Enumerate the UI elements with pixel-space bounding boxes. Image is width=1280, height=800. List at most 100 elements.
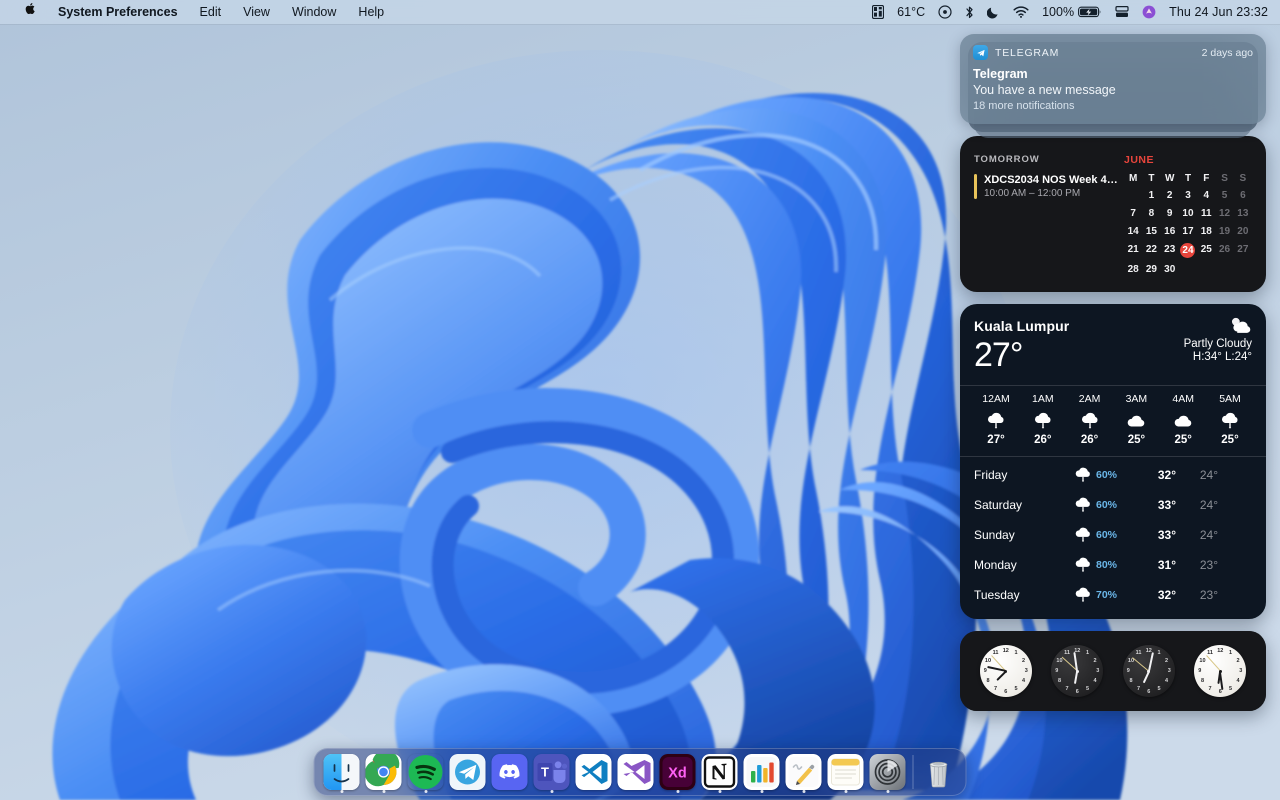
dock-item-microsoft-teams[interactable]: T <box>531 748 573 796</box>
calendar-day-13[interactable]: 13 <box>1234 207 1252 220</box>
spotify-icon <box>408 754 444 790</box>
calendar-widget[interactable]: TOMORROW XDCS2034 NOS Week 4 Tu... 10:00… <box>960 136 1266 292</box>
wifi-icon[interactable] <box>1013 6 1029 18</box>
menu-item-window[interactable]: Window <box>281 0 347 24</box>
dock-item-google-chrome[interactable] <box>363 748 405 796</box>
weather-hourly-forecast[interactable]: 12AM 27° 1AM 26° 2AM 26° 3AM 25° 4AM 25°… <box>960 385 1266 456</box>
clock-numeral: 4 <box>1164 678 1169 685</box>
notification-stack[interactable]: TELEGRAM 2 days ago Telegram You have a … <box>960 34 1266 138</box>
calendar-day-18[interactable]: 18 <box>1197 225 1215 238</box>
dock-running-indicator <box>844 790 847 793</box>
calendar-day-12[interactable]: 12 <box>1215 207 1233 220</box>
clock-numeral: 9 <box>1198 668 1202 674</box>
dock-item-adobe-xd[interactable]: Xd <box>657 748 699 796</box>
world-clock-row: 1 2 3 4 5 6 7 8 9 10 11 12 1 2 3 4 5 6 7 8 9 10 11 12 12345678… <box>960 631 1266 711</box>
calendar-day-9[interactable]: 9 <box>1161 207 1179 220</box>
dock-item-freeform[interactable] <box>783 748 825 796</box>
menu-item-help[interactable]: Help <box>347 0 395 24</box>
weather-day-row: Sunday 60% 33° 24° <box>974 520 1252 550</box>
dock-item-settings[interactable] <box>867 748 909 796</box>
clock-numeral: 2 <box>1164 657 1169 664</box>
calendar-day-14[interactable]: 14 <box>1124 225 1142 238</box>
calendar-day-20[interactable]: 20 <box>1234 225 1252 238</box>
dock-item-telegram[interactable] <box>447 748 489 796</box>
menu-bar-clock[interactable]: Thu 24 Jun 23:32 <box>1169 5 1268 19</box>
weather-widget[interactable]: Kuala Lumpur 27° Partly Cloudy H:34° L:2… <box>960 304 1266 619</box>
calendar-day-25[interactable]: 25 <box>1197 243 1215 258</box>
calendar-day-19[interactable]: 19 <box>1215 225 1233 238</box>
dock-item-finder[interactable] <box>321 748 363 796</box>
cpu-temperature-label[interactable]: 61°C <box>897 5 925 19</box>
dock-item-discord[interactable] <box>489 748 531 796</box>
menu-item-system-preferences[interactable]: System Preferences <box>47 0 189 24</box>
dock-item-visual-studio[interactable] <box>615 748 657 796</box>
calendar-day-17[interactable]: 17 <box>1179 225 1197 238</box>
notification-more-count[interactable]: 18 more notifications <box>973 100 1253 112</box>
calendar-day-7[interactable]: 7 <box>1124 207 1142 220</box>
dock-item-spotify[interactable] <box>405 748 447 796</box>
calendar-day-16[interactable]: 16 <box>1161 225 1179 238</box>
battery-percent-label[interactable]: 100% <box>1042 5 1074 19</box>
stats-grid-icon[interactable] <box>872 5 885 19</box>
menu-item-view[interactable]: View <box>232 0 281 24</box>
calendar-date-grid[interactable]: MTWTFSS 1 2 3 4 5 6 7 8 9 10 11 12 13 14 15 16 17 18 19 20 2… <box>1124 173 1252 276</box>
displays-icon[interactable] <box>1115 5 1129 19</box>
calendar-day-11[interactable]: 11 <box>1197 207 1215 220</box>
weather-day-name: Sunday <box>974 528 1015 542</box>
calendar-day-1[interactable]: 1 <box>1142 189 1160 202</box>
rain-cloud-icon <box>1068 408 1112 432</box>
calendar-day-26[interactable]: 26 <box>1215 243 1233 258</box>
dock-item-numbers[interactable] <box>741 748 783 796</box>
weather-current-section: Kuala Lumpur 27° Partly Cloudy H:34° L:2… <box>960 304 1266 385</box>
weather-day-precip: 60% <box>1096 499 1118 511</box>
clock-numeral: 1 <box>1085 650 1090 657</box>
clock-numeral: 3 <box>1239 668 1243 674</box>
calendar-day-3[interactable]: 3 <box>1179 189 1197 202</box>
weather-hour-temp: 25° <box>1127 434 1146 446</box>
calendar-day-2[interactable]: 2 <box>1161 189 1179 202</box>
menu-item-edit[interactable]: Edit <box>189 0 233 24</box>
battery-charging-icon[interactable] <box>1078 6 1102 18</box>
calendar-day-15[interactable]: 15 <box>1142 225 1160 238</box>
calendar-day-8[interactable]: 8 <box>1142 207 1160 220</box>
rain-cloud-icon <box>1075 558 1090 573</box>
bluetooth-icon[interactable] <box>965 5 974 20</box>
world-clock-widget[interactable]: 1 2 3 4 5 6 7 8 9 10 11 12 1 2 3 4 5 6 7 8 9 10 11 12 12345678… <box>960 631 1266 711</box>
calendar-day-6[interactable]: 6 <box>1234 189 1252 202</box>
calendar-day-23[interactable]: 23 <box>1161 243 1179 258</box>
notification-banner[interactable]: TELEGRAM 2 days ago Telegram You have a … <box>960 34 1266 124</box>
screen-record-icon[interactable] <box>938 5 952 19</box>
dock-item-vs-code[interactable] <box>573 748 615 796</box>
clock-numeral: 9 <box>983 668 987 674</box>
calendar-day-30[interactable]: 30 <box>1161 263 1179 276</box>
calendar-event[interactable]: XDCS2034 NOS Week 4 Tu... 10:00 AM – 12:… <box>974 174 1120 199</box>
calendar-day-5[interactable]: 5 <box>1215 189 1233 202</box>
vs-code-icon <box>575 754 612 790</box>
purple-app-icon[interactable] <box>1142 5 1156 19</box>
dock-item-notion[interactable] <box>699 748 741 796</box>
apple-logo-icon <box>25 3 35 15</box>
calendar-day-27[interactable]: 27 <box>1234 243 1252 258</box>
calendar-day-21[interactable]: 21 <box>1124 243 1142 258</box>
clock-numeral: 12 <box>1002 647 1009 654</box>
rain-cloud-icon <box>974 408 1018 432</box>
dock-item-trash[interactable] <box>918 748 960 796</box>
weather-hour-label: 2AM <box>1078 393 1101 405</box>
dock-app-list: T Xd <box>321 748 909 796</box>
weather-city: Kuala Lumpur <box>974 318 1070 334</box>
calendar-day-22[interactable]: 22 <box>1142 243 1160 258</box>
weather-hour-label: 3AM <box>1125 393 1148 405</box>
calendar-dow-2: W <box>1164 173 1175 184</box>
calendar-day-10[interactable]: 10 <box>1179 207 1197 220</box>
calendar-day-4[interactable]: 4 <box>1197 189 1215 202</box>
weather-daily-forecast[interactable]: Friday 60% 32° 24° Saturday 60% 33° 24° … <box>960 456 1266 619</box>
calendar-day-today[interactable]: 24 <box>1179 243 1197 258</box>
calendar-day-29[interactable]: 29 <box>1142 263 1160 276</box>
apple-menu-icon[interactable] <box>12 0 47 24</box>
clock-numeral: 7 <box>1208 685 1212 692</box>
do-not-disturb-moon-icon[interactable] <box>987 5 1000 19</box>
dock[interactable]: T Xd <box>313 748 967 796</box>
calendar-day-28[interactable]: 28 <box>1124 263 1142 276</box>
clock-numeral: 5 <box>1014 685 1018 692</box>
dock-item-stickies[interactable] <box>825 748 867 796</box>
